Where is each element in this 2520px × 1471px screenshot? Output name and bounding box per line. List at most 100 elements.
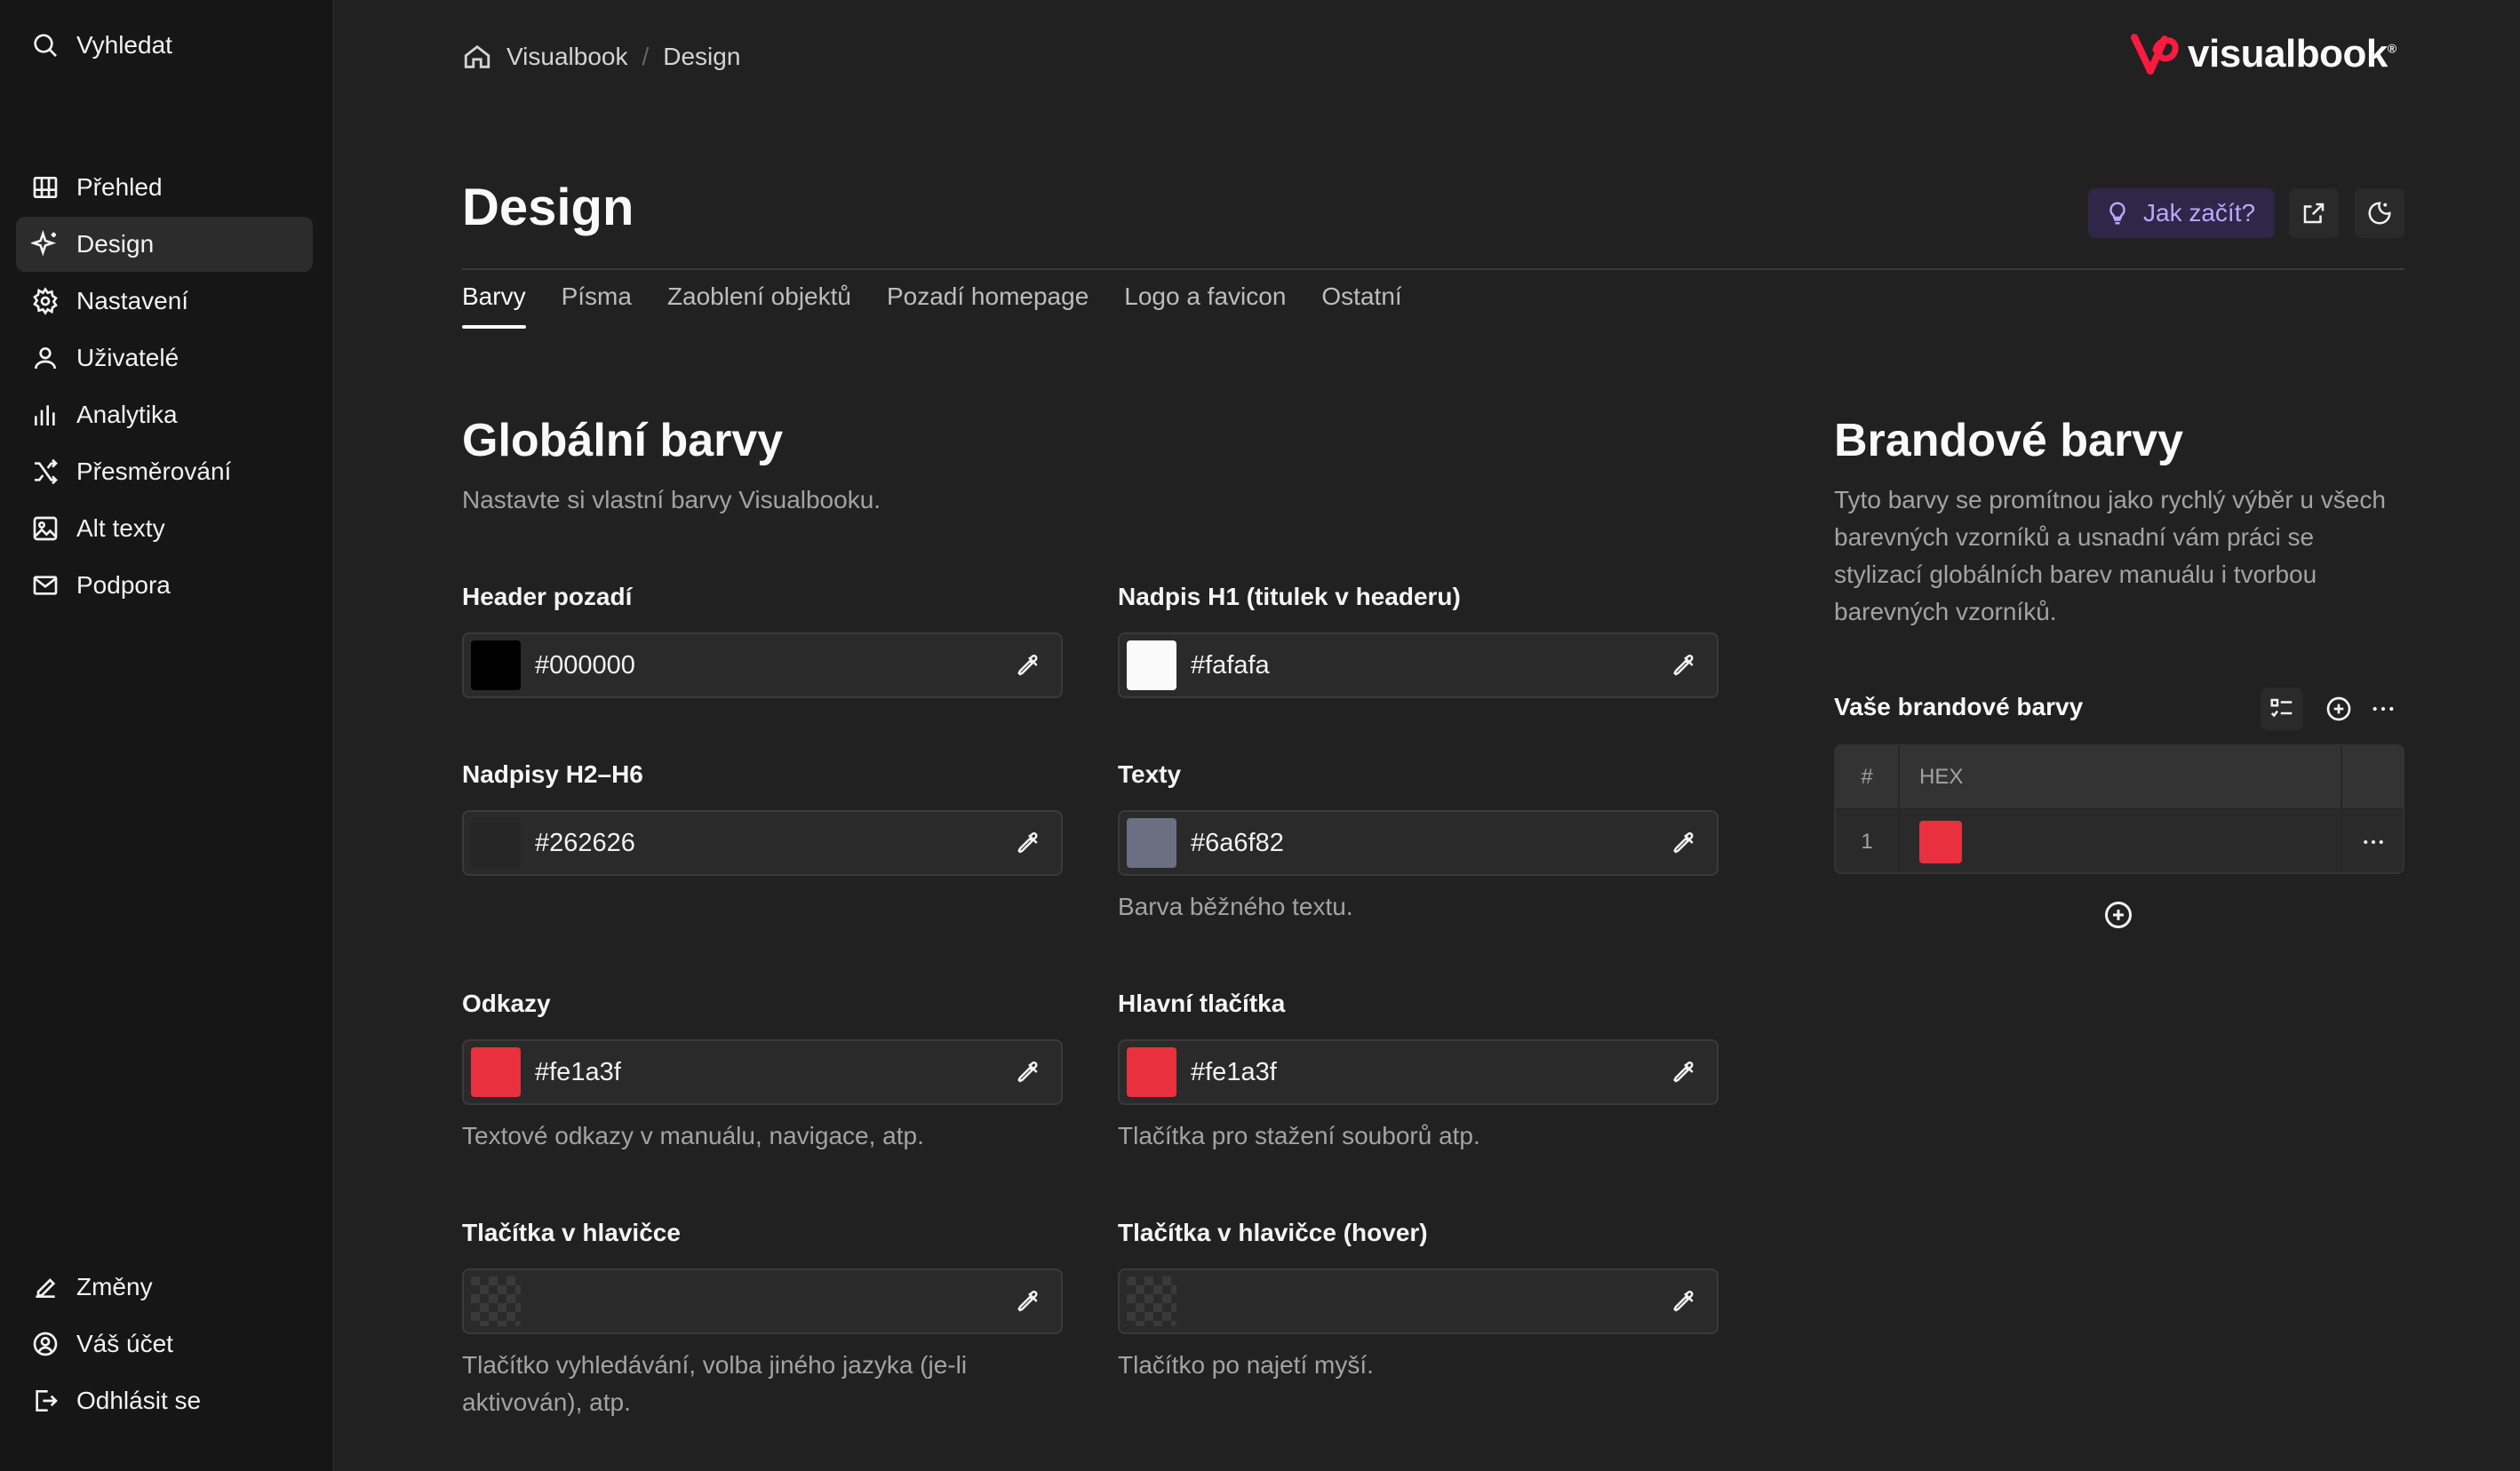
sidebar-item-label: Design [76, 230, 155, 258]
sidebar-item-logout[interactable]: Odhlásit se [16, 1373, 313, 1428]
tab-rounding[interactable]: Zaoblení objektů [667, 282, 851, 329]
tab-other[interactable]: Ostatní [1321, 282, 1401, 329]
more-horizontal-icon [2360, 829, 2387, 855]
overview-icon [30, 172, 60, 203]
row-index: 1 [1861, 830, 1873, 854]
sidebar-item-alt-texts[interactable]: Alt texty [16, 501, 313, 556]
open-external-button[interactable] [2289, 188, 2339, 238]
checklist-icon [2269, 696, 2295, 722]
sidebar-item-label: Přehled [76, 173, 163, 201]
color-value[interactable]: #fe1a3f [535, 1058, 1013, 1087]
eyedropper-icon[interactable] [1669, 1056, 1701, 1088]
color-swatch[interactable] [471, 1276, 521, 1326]
sidebar-item-design[interactable]: Design [16, 217, 313, 272]
header-buttons-hover-color-label: Tlačítka v hlavičce (hover) [1118, 1219, 1428, 1246]
lightbulb-icon [2104, 200, 2131, 227]
h1-color-field[interactable]: #fafafa [1118, 632, 1719, 698]
user-icon [30, 343, 60, 373]
eyedropper-icon[interactable] [1013, 649, 1045, 681]
home-icon[interactable] [462, 42, 492, 72]
sidebar-item-analytics[interactable]: Analytika [16, 387, 313, 442]
header-buttons-hover-color-help: Tlačítko po najetí myší. [1118, 1351, 1374, 1379]
tab-colors[interactable]: Barvy [462, 282, 526, 329]
sidebar-search[interactable]: Vyhledat [16, 18, 313, 73]
brand-add-button[interactable] [2317, 688, 2360, 730]
account-icon [30, 1329, 60, 1359]
add-brand-color-button[interactable] [2099, 895, 2138, 934]
logo[interactable]: visualbook® [2129, 30, 2396, 78]
h2-h6-color-label: Nadpisy H2–H6 [462, 760, 643, 788]
global-colors-description: Nastavte si vlastní barvy Visualbooku. [462, 486, 881, 513]
eyedropper-icon[interactable] [1669, 649, 1701, 681]
color-swatch[interactable] [471, 640, 521, 690]
eyedropper-icon[interactable] [1013, 827, 1045, 859]
brand-colors-title: Brandové barvy [1834, 415, 2184, 466]
brand-color-swatch[interactable] [1919, 821, 1962, 863]
color-value[interactable]: #262626 [535, 829, 1013, 858]
image-icon [30, 513, 60, 544]
search-icon [30, 30, 60, 60]
sidebar-item-label: Odhlásit se [76, 1387, 202, 1414]
tab-fonts[interactable]: Písma [562, 282, 632, 329]
row-more-button[interactable] [2342, 810, 2403, 872]
links-color-field[interactable]: #fe1a3f [462, 1039, 1063, 1105]
tab-bar: Barvy Písma Zaoblení objektů Pozadí home… [462, 282, 1402, 329]
header-buttons-hover-color-field[interactable] [1118, 1268, 1719, 1334]
eyedropper-icon[interactable] [1669, 827, 1701, 859]
color-swatch[interactable] [1127, 1047, 1176, 1097]
breadcrumb-root[interactable]: Visualbook [506, 43, 627, 71]
color-value[interactable]: #fafafa [1191, 651, 1669, 680]
color-value[interactable]: #fe1a3f [1191, 1058, 1669, 1087]
color-swatch[interactable] [471, 818, 521, 868]
external-link-icon [2301, 200, 2327, 227]
sidebar-item-overview[interactable]: Přehled [16, 160, 313, 215]
sidebar-item-changes[interactable]: Změny [16, 1260, 313, 1315]
main-buttons-color-field[interactable]: #fe1a3f [1118, 1039, 1719, 1105]
eyedropper-icon[interactable] [1013, 1285, 1045, 1317]
sidebar-item-redirects[interactable]: Přesměrování [16, 444, 313, 499]
header-buttons-color-field[interactable] [462, 1268, 1063, 1334]
color-swatch[interactable] [1127, 640, 1176, 690]
page-title: Design [462, 179, 634, 236]
tab-homepage-background[interactable]: Pozadí homepage [887, 282, 1089, 329]
brand-colors-list-label: Vaše brandové barvy [1834, 693, 2084, 720]
text-color-label: Texty [1118, 760, 1182, 788]
tab-logo-favicon[interactable]: Logo a favicon [1124, 282, 1286, 329]
color-swatch[interactable] [1127, 818, 1176, 868]
logout-icon [30, 1386, 60, 1416]
breadcrumb-current: Design [663, 43, 741, 70]
sidebar-item-support[interactable]: Podpora [16, 558, 313, 613]
color-value[interactable]: #6a6f82 [1191, 829, 1669, 858]
brand-list-view-button[interactable] [2261, 688, 2303, 730]
sidebar-item-label: Změny [76, 1273, 153, 1300]
color-swatch[interactable] [471, 1047, 521, 1097]
sidebar-search-label: Vyhledat [76, 31, 172, 59]
header-bg-field[interactable]: #000000 [462, 632, 1063, 698]
more-horizontal-icon [2369, 695, 2397, 723]
h2-h6-color-field[interactable]: #262626 [462, 810, 1063, 876]
sidebar-item-label: Analytika [76, 401, 178, 428]
sidebar-item-label: Alt texty [76, 514, 165, 542]
moon-icon [2366, 200, 2393, 227]
sidebar-item-settings[interactable]: Nastavení [16, 274, 313, 329]
header-divider [462, 268, 2404, 270]
eyedropper-icon[interactable] [1669, 1285, 1701, 1317]
main-buttons-color-help: Tlačítka pro stažení souborů atp. [1118, 1122, 1480, 1149]
h1-color-label: Nadpis H1 (titulek v headeru) [1118, 583, 1461, 610]
brand-colors-table: # HEX 1 [1834, 744, 2404, 874]
help-button[interactable]: Jak začít? [2088, 188, 2275, 238]
sidebar-item-users[interactable]: Uživatelé [16, 330, 313, 386]
links-color-label: Odkazy [462, 990, 551, 1017]
links-color-help: Textové odkazy v manuálu, navigace, atp. [462, 1122, 924, 1149]
eyedropper-icon[interactable] [1013, 1056, 1045, 1088]
brand-colors-description: Tyto barvy se promítnou jako rychlý výbě… [1834, 486, 2386, 625]
color-swatch[interactable] [1127, 1276, 1176, 1326]
color-value[interactable]: #000000 [535, 651, 1013, 680]
main-buttons-color-label: Hlavní tlačítka [1118, 990, 1286, 1017]
table-divider [1898, 746, 1900, 872]
brand-more-button[interactable] [2362, 688, 2404, 730]
sidebar-item-label: Podpora [76, 571, 171, 599]
theme-toggle-button[interactable] [2355, 188, 2404, 238]
text-color-field[interactable]: #6a6f82 [1118, 810, 1719, 876]
sidebar-item-account[interactable]: Váš účet [16, 1316, 313, 1372]
